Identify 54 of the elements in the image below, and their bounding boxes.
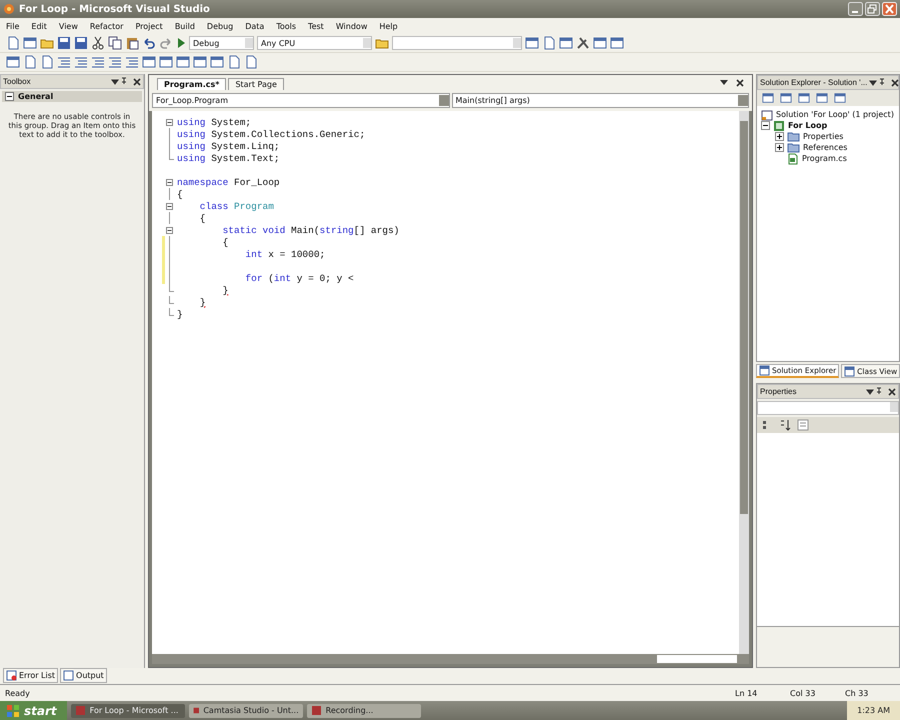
menu-item[interactable]: Debug (200, 22, 240, 30)
tree-item[interactable]: Properties (803, 132, 844, 141)
type-dropdown[interactable]: For_Loop.Program (152, 93, 450, 108)
code-line: for (int y = 0; y < (244, 272, 354, 284)
code-line: { (222, 236, 228, 248)
code-line: } (177, 308, 183, 320)
code-line: { (198, 212, 206, 224)
line-number: Ln 14 (735, 688, 758, 698)
panel-title: Properties (760, 387, 796, 396)
panel-tab[interactable]: Error List (3, 668, 58, 683)
code-line: static void Main(string[] args) (222, 224, 400, 236)
code-line: { (177, 188, 183, 200)
menu-item[interactable]: Data (239, 22, 270, 30)
code-line: class Program (198, 200, 274, 212)
taskbar-button[interactable]: For Loop - Microsoft ... (70, 704, 185, 718)
document-tab[interactable]: Start Page (228, 78, 284, 90)
taskbar-button[interactable]: Camtasia Studio - Unt... (188, 704, 303, 718)
menu-item[interactable]: Project (129, 22, 169, 30)
column-number: Col 33 (790, 688, 816, 698)
configuration-dropdown[interactable]: Debug (189, 36, 254, 50)
tree-item[interactable]: Program.cs (802, 154, 847, 163)
menu-item[interactable]: Help (373, 22, 404, 30)
clock: 1:23 AM (857, 706, 890, 715)
code-line: using System.Text; (177, 152, 280, 164)
panel-tab[interactable]: Output (60, 668, 107, 683)
code-line: using System; (177, 116, 252, 128)
code-line: using System.Collections.Generic; (177, 128, 366, 140)
menu-item[interactable]: Build (168, 22, 201, 30)
panel-title: Toolbox (3, 77, 31, 86)
code-line: namespace For_Loop (177, 176, 280, 188)
menu-item[interactable]: View (52, 22, 84, 30)
menu-item[interactable]: Edit (25, 22, 53, 30)
code-line: int x = 10000; (244, 248, 326, 260)
solution-node[interactable]: Solution 'For Loop' (1 project) (776, 110, 894, 119)
window-title: For Loop - Microsoft Visual Studio (19, 4, 210, 14)
code-line: } (222, 284, 228, 296)
start-button[interactable]: start (0, 701, 67, 720)
panel-title: Solution Explorer - Solution '... (760, 78, 868, 87)
code-line: using System.Linq; (177, 140, 280, 152)
toolbox-group-header[interactable]: General (2, 91, 142, 102)
code-line: } (198, 296, 206, 308)
menu-item[interactable]: Test (302, 22, 330, 30)
project-node[interactable]: For Loop (788, 121, 828, 130)
menu-item[interactable]: Tools (270, 22, 302, 30)
status-message: Ready (4, 688, 31, 698)
platform-dropdown[interactable]: Any CPU (257, 36, 372, 50)
character-number: Ch 33 (845, 688, 870, 698)
menu-item[interactable]: Window (330, 22, 374, 30)
taskbar-button[interactable]: Recording... (306, 704, 421, 718)
menu-item[interactable]: Refactor (84, 22, 130, 30)
tree-item[interactable]: References (803, 143, 848, 152)
menu-item[interactable]: File (0, 22, 26, 30)
member-dropdown[interactable]: Main(string[] args) (452, 93, 749, 108)
document-tab[interactable]: Program.cs* (157, 78, 226, 90)
